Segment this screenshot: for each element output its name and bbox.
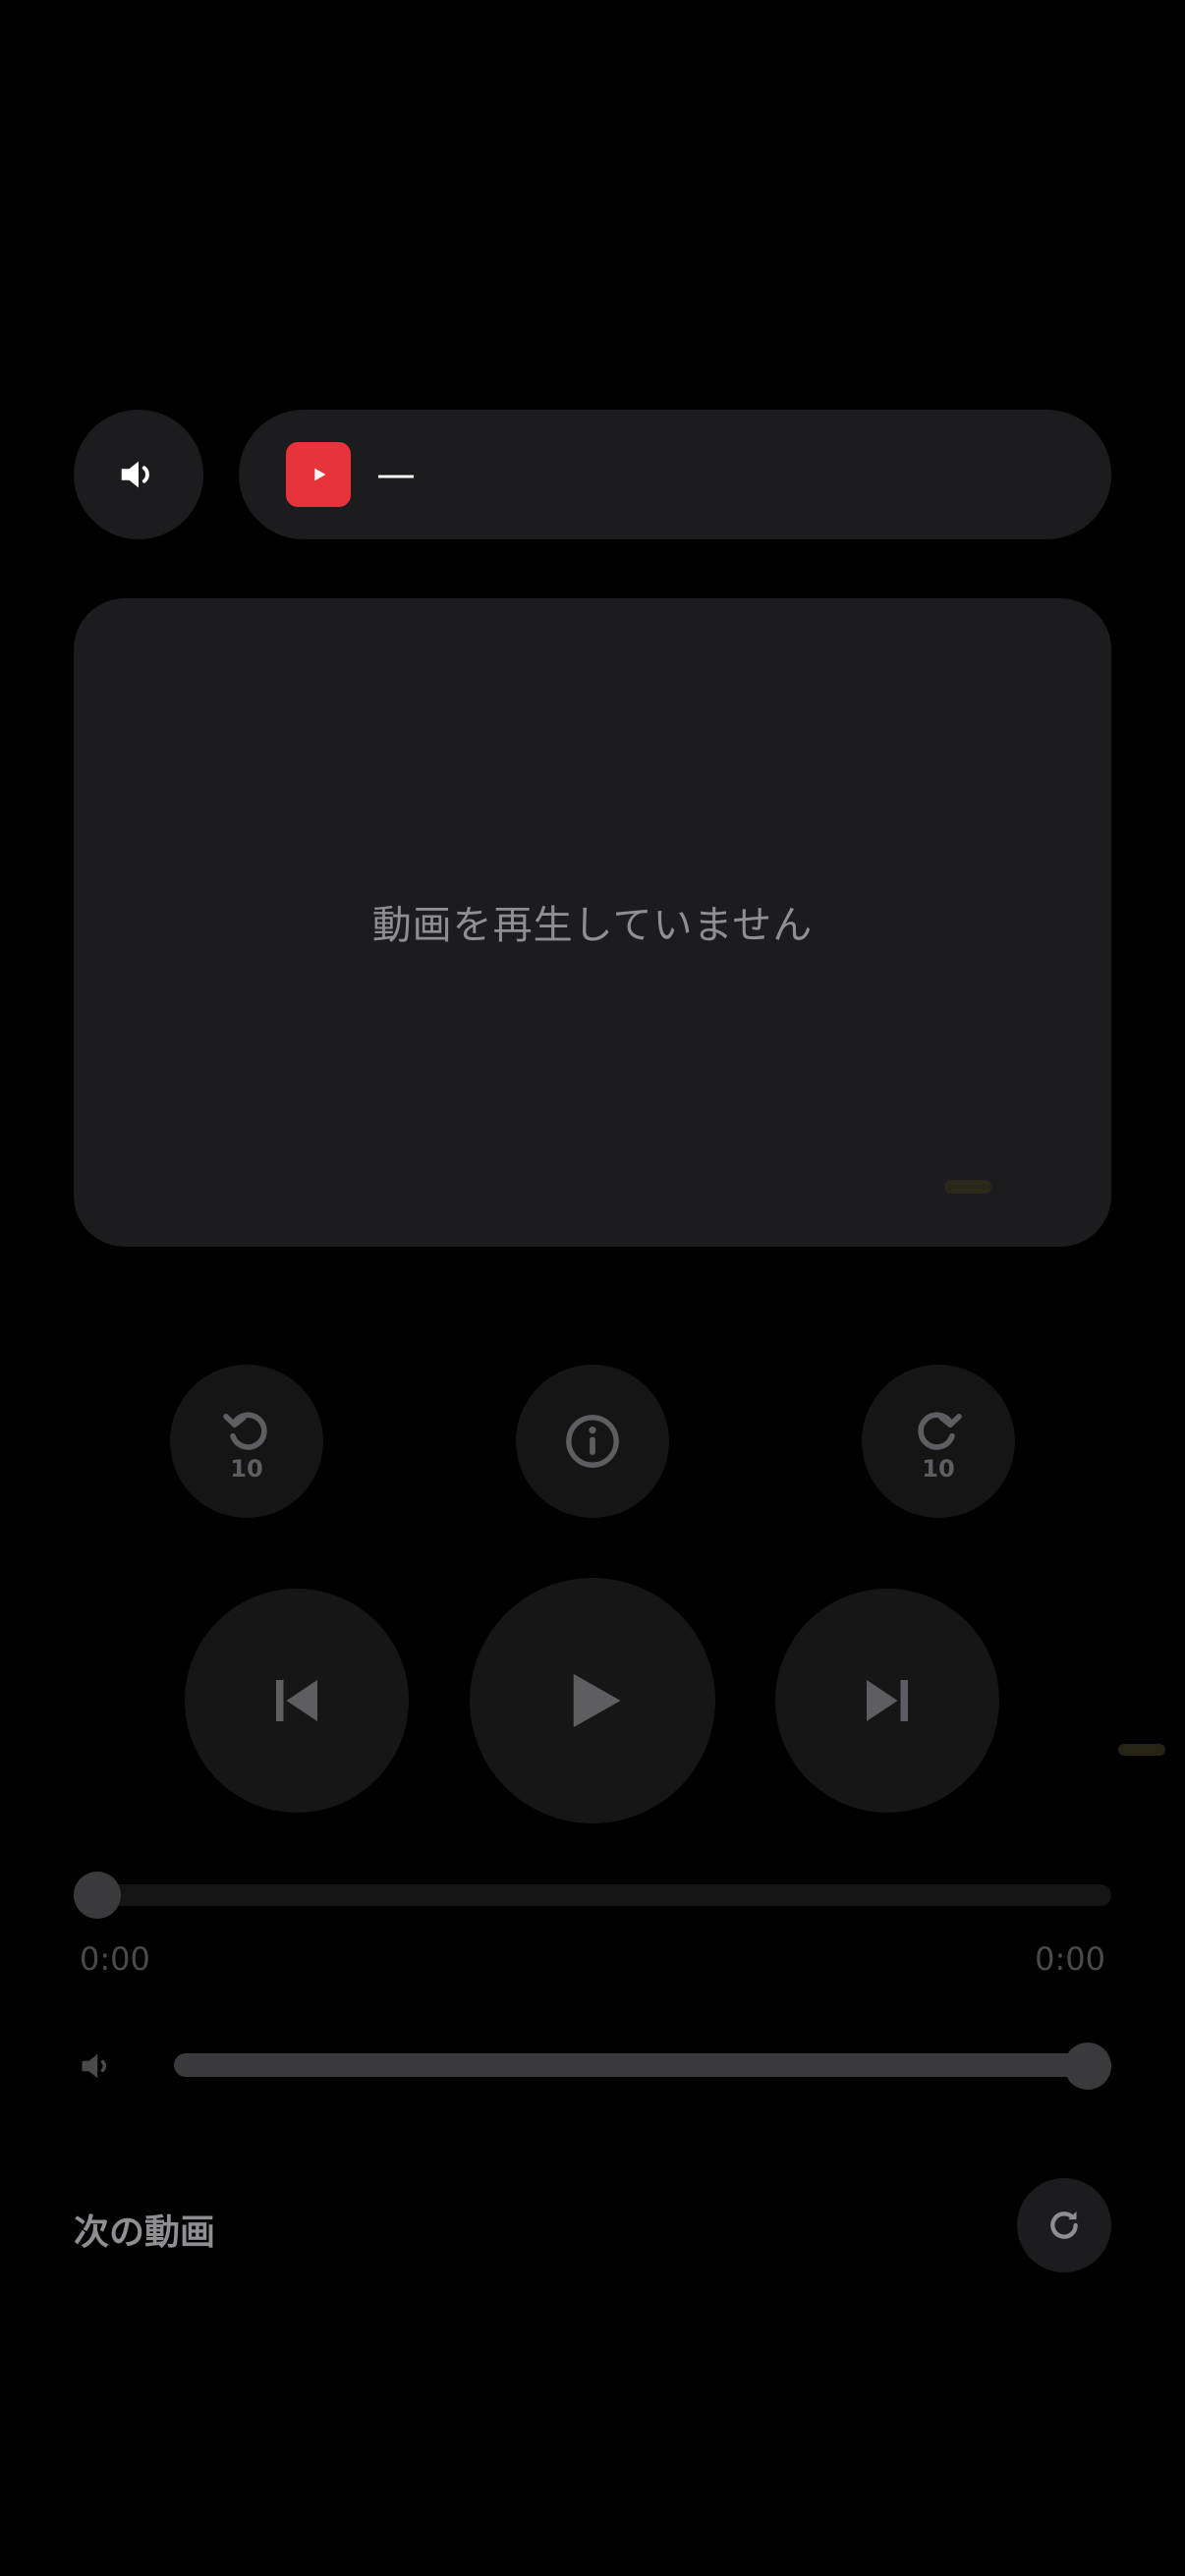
up-next-heading: 次の動画 [74, 2212, 216, 2253]
decorative-glint [944, 1180, 991, 1194]
info-button[interactable] [516, 1365, 669, 1518]
info-icon [566, 1415, 619, 1468]
skip-next-icon [867, 1680, 908, 1721]
play-button[interactable] [470, 1578, 715, 1823]
play-icon [573, 1673, 621, 1728]
skip-previous-icon [276, 1680, 317, 1721]
total-time: 0:00 [1035, 1940, 1105, 1978]
sound-toggle-button[interactable] [74, 410, 203, 539]
volume-icon [82, 2053, 107, 2079]
speaker-icon [121, 461, 149, 488]
volume-slider[interactable] [174, 2053, 1111, 2077]
volume-slider-thumb[interactable] [1064, 2043, 1111, 2090]
now-playing-title: — [376, 452, 416, 497]
rewind-10-icon [223, 1412, 267, 1450]
current-time: 0:00 [80, 1940, 150, 1978]
forward-10-button[interactable]: 10 [862, 1365, 1015, 1518]
refresh-button[interactable] [1017, 2178, 1111, 2272]
now-playing-bar[interactable]: — [239, 410, 1111, 539]
refresh-icon [1050, 2211, 1078, 2239]
forward-seconds-label: 10 [922, 1455, 955, 1483]
player-status-text: 動画を再生していません [371, 903, 814, 948]
video-player-area[interactable]: 動画を再生していません [74, 598, 1111, 1247]
forward-10-icon [918, 1412, 962, 1450]
seek-bar[interactable] [74, 1884, 1111, 1906]
rewind-10-button[interactable]: 10 [170, 1365, 323, 1518]
decorative-glint [1118, 1744, 1165, 1756]
youtube-play-icon [286, 442, 351, 507]
next-button[interactable] [775, 1589, 999, 1813]
rewind-seconds-label: 10 [230, 1455, 263, 1483]
seek-bar-thumb[interactable] [74, 1872, 121, 1919]
previous-button[interactable] [185, 1589, 409, 1813]
